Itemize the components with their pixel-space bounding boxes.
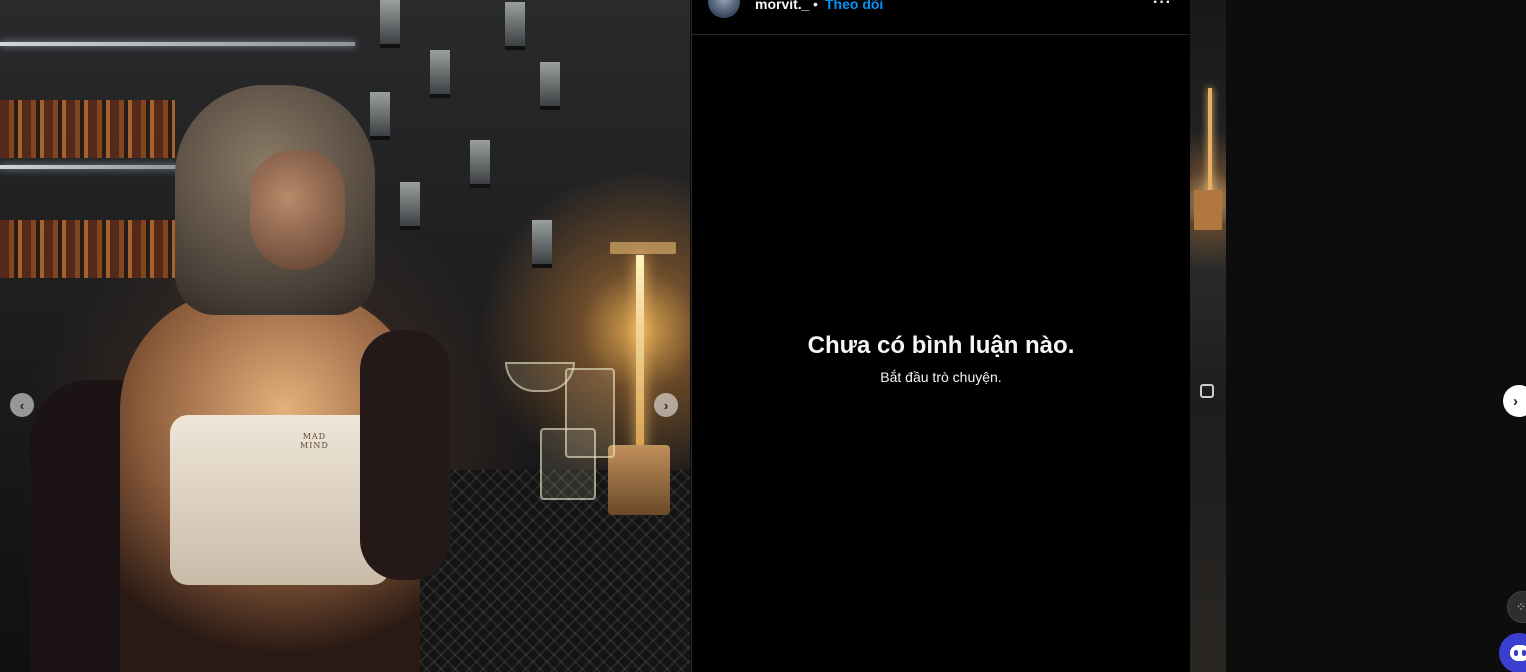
wall-bottle [540, 62, 560, 110]
profile-avatar[interactable] [708, 0, 740, 18]
wall-bottle [400, 182, 420, 230]
assistant-bot-icon[interactable] [1499, 633, 1526, 672]
post-photo: MAD MIND ‹ › [0, 0, 690, 672]
wall-bottle [532, 220, 552, 268]
chevron-left-icon: ‹ [19, 397, 25, 413]
wall-bottle [370, 92, 390, 140]
wall-bottle [505, 2, 525, 50]
empty-comments-title: Chưa có bình luận nào. [807, 332, 1075, 359]
bottle-row [0, 220, 175, 278]
lamp-pole [1208, 88, 1212, 198]
follow-button[interactable]: Theo dõi [825, 0, 883, 12]
top-print-text: MAD MIND [300, 432, 329, 450]
extension-icon[interactable]: ⁘ [1507, 591, 1526, 623]
wall-bottle [430, 50, 450, 98]
empty-comments-subtitle: Bắt đầu trò chuyện. [880, 369, 1002, 385]
wall-bottle [470, 140, 490, 188]
lamp-head [610, 242, 676, 254]
lamp-base [608, 445, 670, 515]
post-header: morvit._ • Theo dõi ··· [692, 0, 1190, 35]
person-top [170, 415, 390, 585]
tall-glass [565, 368, 615, 458]
comments-panel: morvit._ • Theo dõi ··· Chưa có bình luậ… [691, 0, 1190, 672]
carousel-multi-icon [1200, 384, 1214, 398]
separator-dot: • [813, 0, 818, 12]
more-options-icon[interactable]: ··· [1153, 0, 1172, 12]
wall-bottle [380, 0, 400, 48]
bot-eyes-icon [1510, 645, 1526, 661]
next-post-preview[interactable] [1190, 0, 1226, 672]
shelf [0, 165, 180, 169]
chevron-right-icon: › [1513, 392, 1518, 410]
carousel-next-button[interactable]: › [654, 393, 678, 417]
person-jacket-sleeve [360, 330, 450, 580]
chevron-right-icon: › [663, 397, 669, 413]
next-post-button[interactable]: › [1503, 385, 1526, 417]
grid-dots-icon: ⁘ [1516, 600, 1526, 614]
bottle-row [0, 100, 175, 158]
lamp-pole [636, 255, 644, 455]
carousel-prev-button[interactable]: ‹ [10, 393, 34, 417]
lamp-base [1194, 190, 1222, 230]
shelf [0, 42, 355, 46]
person-face [250, 150, 345, 270]
username-link[interactable]: morvit._ [755, 0, 809, 12]
